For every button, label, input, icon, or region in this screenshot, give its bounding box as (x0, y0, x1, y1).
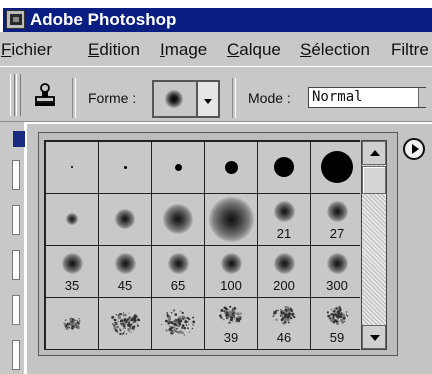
brush-cell[interactable]: 59 (311, 298, 363, 349)
toolbar-grip[interactable] (16, 74, 21, 116)
document-frame (12, 250, 20, 280)
window-title: Adobe Photoshop (30, 10, 177, 29)
soft-brush-icon (61, 252, 83, 274)
menu-selection[interactable]: Sélection (300, 40, 370, 60)
brush-cell[interactable] (152, 194, 204, 245)
arrow-down-icon[interactable] (362, 325, 386, 349)
brush-cell[interactable] (311, 142, 363, 193)
brush-size-label: 300 (326, 278, 348, 293)
brush-cell[interactable]: 27 (311, 194, 363, 245)
brush-cell[interactable] (152, 298, 204, 349)
menu-edition[interactable]: Edition (88, 40, 140, 60)
arrow-up-icon[interactable] (362, 141, 386, 165)
brush-cell[interactable]: 200 (258, 246, 310, 297)
soft-brush-icon (66, 213, 78, 225)
menu-calque[interactable]: Calque (227, 40, 281, 60)
brush-preview[interactable] (152, 80, 198, 118)
brush-cell[interactable] (99, 194, 151, 245)
soft-brush-icon (326, 252, 348, 274)
rubber-stamp-icon[interactable] (32, 83, 58, 109)
brush-cell[interactable] (205, 194, 257, 245)
brush-size-label: 46 (276, 330, 292, 345)
brush-size-label: 21 (276, 226, 292, 241)
brush-scatter-icon (63, 317, 81, 330)
chevron-down-icon[interactable] (198, 80, 220, 118)
brush-cell[interactable]: 45 (99, 246, 151, 297)
brush-cell[interactable]: 100 (205, 246, 257, 297)
menu-fichier[interactable]: Fichier (1, 40, 52, 60)
brush-cell[interactable] (258, 142, 310, 193)
document-titlebar (13, 131, 25, 147)
brush-size-label: 35 (64, 278, 80, 293)
scroll-thumb[interactable] (362, 166, 386, 194)
hard-brush-icon (123, 165, 127, 169)
document-frame (12, 205, 20, 235)
brush-cell[interactable]: 46 (258, 298, 310, 349)
brush-cell[interactable] (46, 298, 98, 349)
brush-cell[interactable]: 65 (152, 246, 204, 297)
separator (232, 78, 236, 118)
brush-size-label: 45 (117, 278, 133, 293)
arrow-right-circle-icon[interactable] (403, 138, 425, 160)
hard-brush-icon (71, 166, 73, 168)
brush-size-label: 65 (170, 278, 186, 293)
document-frame (12, 160, 20, 190)
brush-cell[interactable] (46, 142, 98, 193)
brush-cell[interactable] (99, 298, 151, 349)
soft-brush-icon (115, 209, 135, 229)
brush-size-label: 39 (223, 330, 239, 345)
hard-brush-icon (321, 151, 353, 183)
hard-brush-icon (224, 160, 238, 174)
brush-cell[interactable] (152, 142, 204, 193)
brush-cell[interactable]: 300 (311, 246, 363, 297)
hard-brush-icon (274, 157, 294, 177)
soft-brush-icon (208, 196, 254, 242)
brush-cell[interactable] (46, 194, 98, 245)
forme-label: Forme : (88, 90, 137, 106)
soft-brush-icon (326, 200, 348, 222)
soft-brush-icon (220, 252, 242, 274)
brush-size-label: 100 (220, 278, 242, 293)
document-frame (12, 295, 20, 325)
hard-brush-icon (174, 163, 182, 171)
soft-brush-icon (273, 252, 295, 274)
menu-filtre[interactable]: Filtre (391, 40, 429, 60)
mode-dropdown-button[interactable] (418, 88, 432, 107)
brush-scatter-icon (161, 309, 196, 336)
toolbar-grip[interactable] (10, 74, 15, 116)
soft-brush-icon (167, 252, 189, 274)
soft-brush-icon (273, 200, 295, 222)
menu-image[interactable]: Image (160, 40, 207, 60)
brush-scatter-icon (111, 312, 141, 336)
soft-brush-icon (163, 204, 193, 234)
brush-size-label: 200 (273, 278, 295, 293)
brush-cell[interactable]: 39 (205, 298, 257, 349)
mode-label: Mode : (248, 90, 291, 106)
brush-grid: 21 27 35 45 65 100 200 300 39 46 59 (44, 140, 363, 350)
brush-size-label: 27 (329, 226, 345, 241)
document-frame (12, 340, 20, 370)
soft-brush-icon (114, 252, 136, 274)
mode-value: Normal (312, 89, 363, 105)
photoshop-app-icon[interactable] (6, 10, 25, 29)
brush-cell[interactable] (205, 142, 257, 193)
brush-cell[interactable]: 21 (258, 194, 310, 245)
brush-cell[interactable] (99, 142, 151, 193)
brush-size-label: 59 (329, 330, 345, 345)
separator (72, 78, 76, 118)
brush-cell[interactable]: 35 (46, 246, 98, 297)
